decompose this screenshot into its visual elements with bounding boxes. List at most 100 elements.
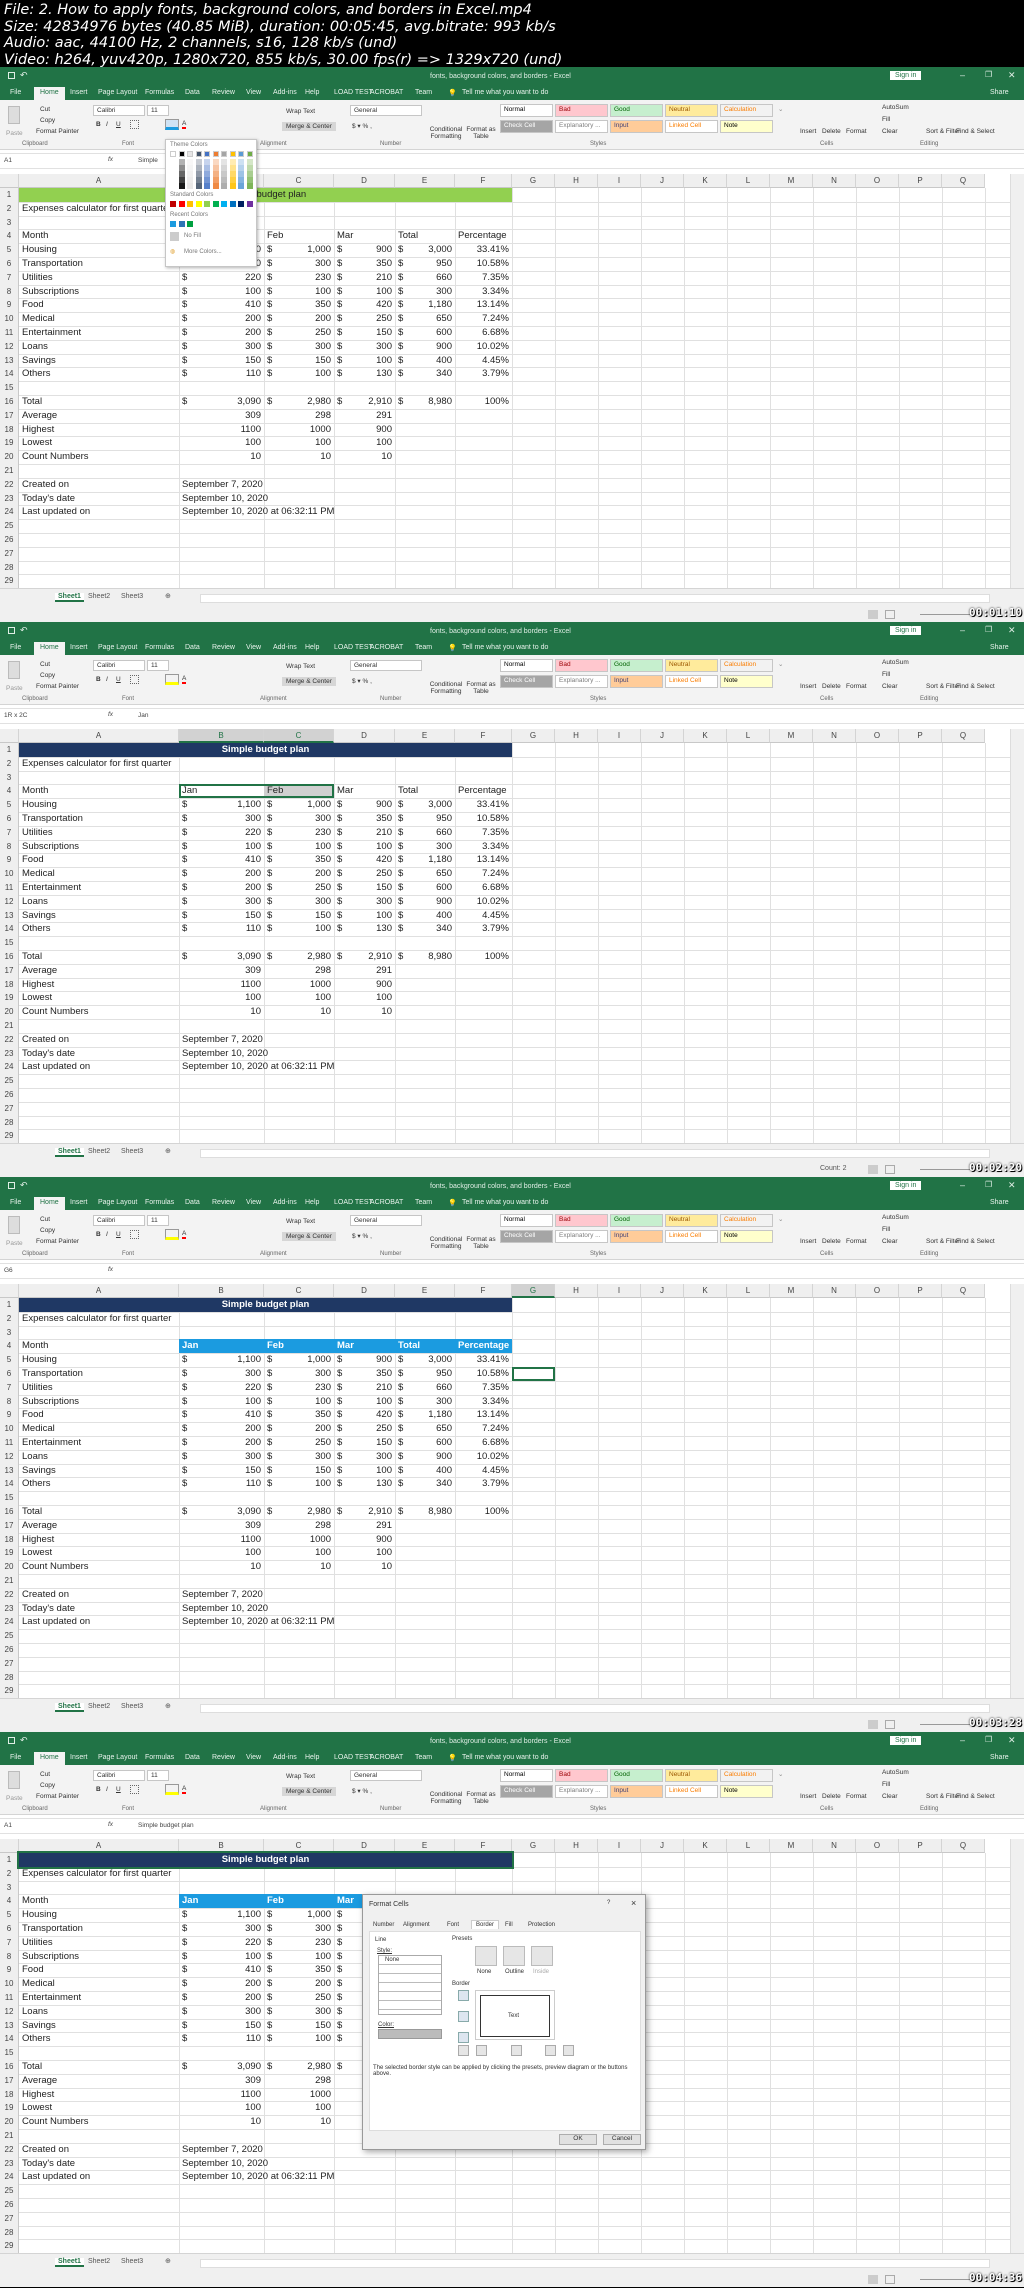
paste-button[interactable]: Paste [6, 130, 23, 137]
row-header[interactable]: 28 [0, 1670, 19, 1685]
merge-center-button[interactable]: Merge & Center [282, 1787, 336, 1796]
format-cells-button[interactable]: Format [846, 683, 867, 690]
row-header[interactable]: 26 [0, 533, 19, 547]
page-layout-view-button[interactable] [885, 2275, 895, 2284]
ok-button[interactable]: OK [559, 2134, 597, 2145]
column-header-E[interactable]: E [395, 729, 455, 743]
font-size-select[interactable]: 11 [147, 1770, 169, 1781]
theme-color-swatch[interactable] [195, 151, 202, 157]
maximize-button[interactable]: ❐ [985, 70, 992, 79]
column-header-E[interactable]: E [395, 1284, 455, 1298]
cell-style-check-cell[interactable]: Check Cell [500, 1230, 553, 1243]
font-color-button[interactable]: A [182, 120, 187, 129]
cell-style-calculation[interactable]: Calculation [720, 1769, 773, 1782]
theme-color-shade[interactable] [187, 183, 193, 189]
column-header-A[interactable]: A [19, 729, 179, 743]
sheet-tab-sheet3[interactable]: Sheet3 [121, 1148, 143, 1155]
currency-button[interactable]: $ ▾ % , [352, 122, 372, 130]
tab-home[interactable]: Home [34, 1197, 65, 1210]
cell-style-good[interactable]: Good [610, 1769, 663, 1782]
format-painter-button[interactable]: Format Painter [36, 128, 79, 135]
row-header[interactable]: 2 [0, 756, 19, 771]
row-header[interactable]: 20 [0, 2115, 19, 2129]
cell-style-check-cell[interactable]: Check Cell [500, 1785, 553, 1798]
row-header[interactable]: 22 [0, 1587, 19, 1602]
row-header[interactable]: 10 [0, 1422, 19, 1436]
row-header[interactable]: 18 [0, 422, 19, 437]
column-header-I[interactable]: I [598, 1284, 641, 1298]
column-header-H[interactable]: H [555, 174, 598, 188]
vertical-scrollbar[interactable] [1010, 729, 1024, 1143]
row-header[interactable]: 28 [0, 560, 19, 575]
cell-style-normal[interactable]: Normal [500, 104, 553, 117]
cell-style-input[interactable]: Input [610, 1230, 663, 1243]
standard-color-swatch[interactable] [195, 201, 202, 207]
tab-view[interactable]: View [246, 89, 261, 96]
select-all-corner[interactable] [0, 729, 19, 743]
row-header[interactable]: 24 [0, 505, 19, 520]
row-header[interactable]: 6 [0, 1367, 19, 1381]
format-painter-button[interactable]: Format Painter [36, 1238, 79, 1245]
number-format-select[interactable]: General [350, 1215, 422, 1226]
column-header-N[interactable]: N [813, 174, 856, 188]
row-header[interactable]: 1 [0, 188, 19, 202]
share-button[interactable]: Share [990, 1199, 1009, 1206]
row-header[interactable]: 7 [0, 1935, 19, 1950]
autosum-button[interactable]: AutoSum [882, 1214, 909, 1221]
row-header[interactable]: 22 [0, 1032, 19, 1047]
column-header-G[interactable]: G [512, 729, 555, 743]
sheet-tab-sheet1[interactable]: Sheet1 [55, 1703, 84, 1712]
italic-button[interactable]: I [106, 121, 108, 128]
row-header[interactable]: 17 [0, 408, 19, 423]
cancel-button[interactable]: Cancel [603, 2134, 641, 2145]
fill-button[interactable]: Fill [882, 671, 890, 678]
row-header[interactable]: 8 [0, 284, 19, 299]
format-as-table-button[interactable]: Format as Table [466, 1791, 496, 1805]
font-size-select[interactable]: 11 [147, 660, 169, 671]
standard-color-swatch[interactable] [246, 201, 253, 207]
row-header[interactable]: 28 [0, 1115, 19, 1130]
cell-style-calculation[interactable]: Calculation [720, 1214, 773, 1227]
column-header-D[interactable]: D [334, 174, 395, 188]
cell-style-bad[interactable]: Bad [555, 1769, 608, 1782]
tab-page-layout[interactable]: Page Layout [98, 644, 137, 651]
column-header-K[interactable]: K [684, 1284, 727, 1298]
cell-style-linked-cell[interactable]: Linked Cell [665, 1230, 718, 1243]
insert-cells-button[interactable]: Insert [800, 1793, 816, 1800]
worksheet-grid[interactable]: ABCDEFGHIJKLMNOPQ12345678910111213141516… [0, 729, 1010, 1145]
close-button[interactable]: ✕ [1008, 1180, 1016, 1191]
row-header[interactable]: 27 [0, 1101, 19, 1116]
theme-color-shade[interactable] [170, 183, 176, 189]
italic-button[interactable]: I [106, 1231, 108, 1238]
save-icon[interactable] [8, 72, 15, 79]
borders-button[interactable] [130, 1230, 139, 1239]
delete-cells-button[interactable]: Delete [822, 1793, 841, 1800]
row-header[interactable]: 11 [0, 1991, 19, 2005]
row-header[interactable]: 6 [0, 257, 19, 271]
copy-button[interactable]: Copy [40, 1227, 55, 1234]
cell-style-calculation[interactable]: Calculation [720, 104, 773, 117]
border-toggle-button[interactable] [545, 2045, 556, 2056]
column-header-O[interactable]: O [856, 729, 899, 743]
row-header[interactable]: 15 [0, 936, 19, 950]
format-as-table-button[interactable]: Format as Table [466, 681, 496, 695]
cell-style-neutral[interactable]: Neutral [665, 1769, 718, 1782]
cell-style-linked-cell[interactable]: Linked Cell [665, 1785, 718, 1798]
cell-style-normal[interactable]: Normal [500, 659, 553, 672]
row-header[interactable]: 2 [0, 1866, 19, 1881]
merge-center-button[interactable]: Merge & Center [282, 122, 336, 131]
dialog-tab-protection[interactable]: Protection [528, 1922, 555, 1928]
find-select-button[interactable]: Find & Select [956, 1793, 995, 1800]
normal-view-button[interactable] [868, 1165, 878, 1174]
column-header-P[interactable]: P [899, 1839, 942, 1853]
tab-view[interactable]: View [246, 1199, 261, 1206]
row-header[interactable]: 13 [0, 353, 19, 368]
dialog-tab-number[interactable]: Number [373, 1922, 394, 1928]
name-box[interactable]: A1 [4, 1822, 12, 1829]
cell-style-check-cell[interactable]: Check Cell [500, 120, 553, 133]
border-toggle-button[interactable] [511, 2045, 522, 2056]
sign-in-button[interactable]: Sign in [890, 71, 922, 80]
column-header-D[interactable]: D [334, 729, 395, 743]
minimize-button[interactable]: – [960, 1180, 965, 1190]
normal-view-button[interactable] [868, 2275, 878, 2284]
